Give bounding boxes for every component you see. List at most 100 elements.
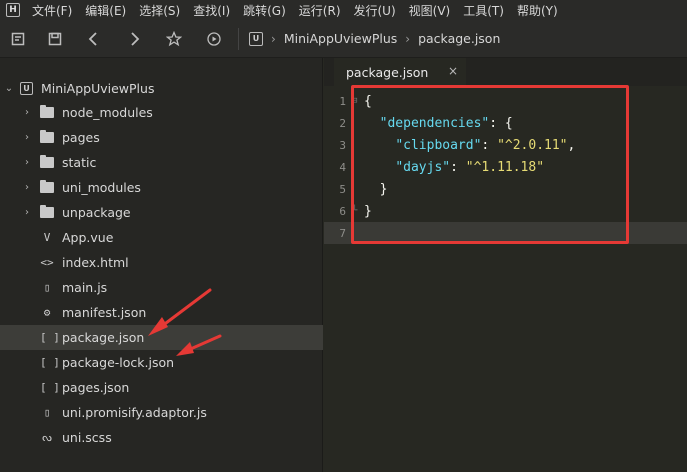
code-line[interactable]: 5 } [324,178,687,200]
json-string: "^2.0.11" [497,137,568,153]
run-icon[interactable] [204,29,224,49]
code-line[interactable]: 4 "dayjs": "^1.11.18" [324,156,687,178]
menu-select[interactable]: 选择(S) [139,2,180,19]
code-line[interactable]: 6 └ } [324,200,687,222]
tree-item-label: package.json [62,330,145,345]
toolbar: U › MiniAppUviewPlus › package.json [0,20,687,58]
project-logo-icon: U [20,82,33,95]
scss-file-icon: ᔓ [42,431,52,444]
chevron-right-icon[interactable]: › [22,207,32,218]
close-icon[interactable]: × [448,64,458,78]
tree-item-label: uni_modules [62,180,141,195]
forward-icon[interactable] [124,29,144,49]
tree-folder-static[interactable]: › static [0,150,323,175]
line-number: 2 [339,116,346,130]
folder-icon [40,180,54,193]
line-number: 6 [339,204,346,218]
js-file-icon: ▯ [43,406,51,419]
tree-project-root[interactable]: ⌄ U MiniAppUviewPlus [0,76,323,101]
json-key: "dayjs" [395,159,451,175]
tree-folder-pages[interactable]: › pages [0,125,323,150]
tree-item-label: node_modules [62,105,153,120]
tree-file-package-lock-json[interactable]: [ ] package-lock.json [0,350,323,375]
menu-publish[interactable]: 发行(U) [354,2,396,19]
line-number: 7 [339,226,346,240]
json-file-icon: [ ] [40,381,60,394]
json-file-icon: [ ] [40,331,60,344]
line-number: 5 [339,182,346,196]
code-line[interactable]: 3 "clipboard": "^2.0.11", [324,134,687,156]
folder-icon [40,155,54,168]
line-number: 3 [339,138,346,152]
chevron-right-icon[interactable]: › [22,107,32,118]
tree-item-label: pages [62,130,100,145]
chevron-down-icon[interactable]: ⌄ [4,83,14,94]
html-file-icon: <> [40,256,54,269]
code-line-current[interactable]: 7 [324,222,687,244]
save-icon[interactable] [45,29,65,49]
menu-bar: H 文件(F) 编辑(E) 选择(S) 查找(I) 跳转(G) 运行(R) 发行… [0,0,687,20]
breadcrumb-project[interactable]: MiniAppUviewPlus [284,31,397,46]
code-line[interactable]: 1 ⊟ { [324,90,687,112]
hbuilder-logo-icon: H [6,3,20,17]
tree-item-label: App.vue [62,230,114,245]
editor-tab-bar: package.json × [324,58,687,86]
line-number: 1 [339,94,346,108]
tree-file-package-json[interactable]: [ ] package.json [0,325,323,350]
chevron-right-icon: › [405,31,411,46]
tab-package-json[interactable]: package.json × [334,58,466,86]
menu-view[interactable]: 视图(V) [409,2,451,19]
menu-file[interactable]: 文件(F) [32,2,72,19]
tree-folder-uni-modules[interactable]: › uni_modules [0,175,323,200]
menu-edit[interactable]: 编辑(E) [85,2,126,19]
code-editor: package.json × 1 ⊟ { 2 "dependencies": {… [324,58,687,472]
folder-icon [40,130,54,143]
tree-item-label: manifest.json [62,305,147,320]
folder-icon [40,205,54,218]
tree-item-label: MiniAppUviewPlus [41,81,155,96]
code-line[interactable]: 2 "dependencies": { [324,112,687,134]
tree-item-label: static [62,155,97,170]
menu-goto[interactable]: 跳转(G) [243,2,286,19]
code-token: } [364,203,372,219]
tree-file-uni-scss[interactable]: ᔓ uni.scss [0,425,323,450]
code-area[interactable]: 1 ⊟ { 2 "dependencies": { 3 "clipboard":… [324,86,687,472]
toolbar-divider [238,27,239,50]
star-icon[interactable] [164,29,184,49]
gear-file-icon: ⚙ [43,306,51,319]
menu-tools[interactable]: 工具(T) [463,2,504,19]
breadcrumb-file[interactable]: package.json [418,31,500,46]
tree-folder-node-modules[interactable]: › node_modules [0,100,323,125]
code-token: { [364,93,372,109]
tree-item-label: main.js [62,280,108,295]
tree-file-uni-promisify[interactable]: ▯ uni.promisify.adaptor.js [0,400,323,425]
chevron-right-icon[interactable]: › [22,182,32,193]
json-key: "dependencies" [379,115,490,131]
project-explorer: ⌄ U MiniAppUviewPlus › node_modules › pa… [0,58,323,472]
tree-file-main-js[interactable]: ▯ main.js [0,275,323,300]
menu-find[interactable]: 查找(I) [193,2,230,19]
code-token: } [379,181,388,197]
menu-run[interactable]: 运行(R) [299,2,341,19]
tree-item-label: package-lock.json [62,355,175,370]
chevron-right-icon[interactable]: › [22,157,32,168]
tree-file-app-vue[interactable]: V App.vue [0,225,323,250]
back-icon[interactable] [84,29,104,49]
vue-file-icon: V [43,231,51,244]
chevron-right-icon[interactable]: › [22,132,32,143]
json-key: "clipboard" [395,137,482,153]
tree-item-label: uni.scss [62,430,112,445]
tree-file-index-html[interactable]: <> index.html [0,250,323,275]
json-file-icon: [ ] [40,356,60,369]
tree-file-manifest-json[interactable]: ⚙ manifest.json [0,300,323,325]
tree-item-label: pages.json [62,380,130,395]
tree-item-label: uni.promisify.adaptor.js [62,405,207,420]
tree-file-pages-json[interactable]: [ ] pages.json [0,375,323,400]
fold-end-icon: └ [352,206,358,216]
json-string: "^1.11.18" [465,159,545,175]
tree-folder-unpackage[interactable]: › unpackage [0,200,323,225]
new-file-icon[interactable] [8,29,28,49]
line-number: 4 [339,160,346,174]
menu-help[interactable]: 帮助(Y) [517,2,558,19]
fold-toggle-icon[interactable]: ⊟ [352,96,357,106]
